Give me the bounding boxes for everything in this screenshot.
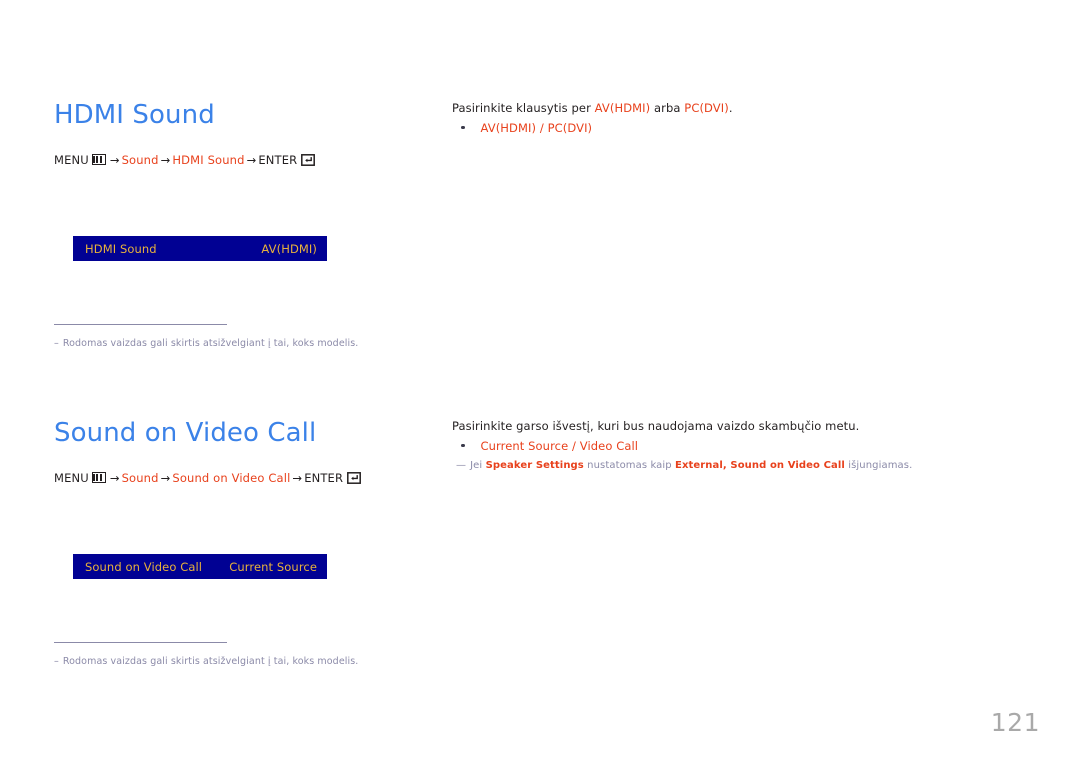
osd-label-sound-on-video-call: Sound on Video Call — [85, 559, 203, 574]
menu-path-video-call: MENU → Sound → Sound on Video Call → ENTER — [54, 470, 362, 486]
menu-path-arrow-3: → — [292, 471, 303, 485]
note-dash: – — [54, 656, 59, 667]
note-dash: – — [54, 338, 59, 349]
condition-note-part-1: Jei — [470, 460, 486, 471]
page-title-sound-on-video-call: Sound on Video Call — [54, 418, 317, 448]
description-term-av-hdmi: AV(HDMI) — [594, 101, 651, 115]
menu-path-menu-label: MENU — [54, 471, 89, 485]
menu-path-menu-label: MENU — [54, 153, 89, 167]
enter-return-icon — [347, 472, 362, 484]
menu-path-arrow-2: → — [160, 153, 171, 167]
description-text-middle: arba — [650, 101, 685, 115]
page-title-hdmi-sound: HDMI Sound — [54, 100, 215, 130]
osd-value-hdmi-sound[interactable]: AV(HDMI) — [261, 242, 317, 256]
description-hdmi-sound: Pasirinkite klausytis per AV(HDMI) arba … — [452, 100, 733, 116]
condition-note-video-call: — Jei Speaker Settings nustatomas kaip Ex… — [456, 458, 912, 473]
options-list-hdmi-sound: AV(HDMI) / PC(DVI) — [452, 120, 592, 136]
option-pc-dvi[interactable]: PC(DVI) — [548, 121, 593, 135]
note-text: Rodomas vaizdas gali skirtis atsižvelgia… — [62, 656, 359, 667]
options-list-video-call: Current Source / Video Call — [452, 438, 638, 454]
menu-path-step-sound[interactable]: Sound — [122, 471, 159, 485]
condition-note-part-4: išjungiamas. — [844, 460, 913, 471]
osd-menu-bar-hdmi-sound[interactable]: HDMI Sound AV(HDMI) — [73, 236, 327, 261]
condition-note-dash: — — [456, 460, 467, 471]
page-canvas: HDMI Sound MENU → Sound → HDMI Sound → ENTER H… — [0, 0, 1080, 763]
description-term-pc-dvi: PC(DVI) — [684, 101, 729, 115]
menu-path-arrow-1: → — [109, 153, 120, 167]
menu-path-arrow-1: → — [109, 471, 120, 485]
page-number: 121 — [990, 708, 1040, 737]
option-separator: / — [536, 121, 548, 135]
menu-path-enter-label: ENTER — [258, 153, 298, 167]
option-current-source[interactable]: Current Source — [481, 439, 569, 453]
menu-grid-icon — [91, 472, 106, 483]
option-av-hdmi[interactable]: AV(HDMI) — [481, 121, 537, 135]
note-video-call: – Rodomas vaizdas gali skirtis atsižvelgi… — [54, 655, 358, 669]
note-text: Rodomas vaizdas gali skirtis atsižvelgia… — [62, 338, 359, 349]
menu-path-hdmi-sound: MENU → Sound → HDMI Sound → ENTER — [54, 152, 316, 168]
menu-path-arrow-2: → — [160, 471, 171, 485]
condition-note-term-external: External — [675, 460, 723, 471]
option-separator: / — [568, 439, 580, 453]
menu-path-step-sound[interactable]: Sound — [122, 153, 159, 167]
osd-label-hdmi-sound: HDMI Sound — [85, 241, 157, 256]
bullet-dot-icon — [461, 125, 465, 129]
menu-path-enter-label: ENTER — [304, 471, 344, 485]
menu-path-step-sound-on-video-call[interactable]: Sound on Video Call — [172, 471, 290, 485]
osd-value-current-source[interactable]: Current Source — [229, 560, 317, 574]
description-text-before: Pasirinkite garso išvestį, kuri bus naud… — [452, 419, 860, 433]
description-sound-on-video-call: Pasirinkite garso išvestį, kuri bus naud… — [452, 418, 859, 434]
menu-path-arrow-3: → — [246, 153, 257, 167]
menu-path-step-hdmi-sound[interactable]: HDMI Sound — [172, 153, 244, 167]
note-divider-hdmi-sound — [54, 324, 227, 325]
description-text-after: . — [728, 101, 733, 115]
menu-grid-icon — [91, 154, 106, 165]
osd-menu-bar-video-call[interactable]: Sound on Video Call Current Source — [73, 554, 327, 579]
enter-return-icon — [301, 154, 316, 166]
option-video-call[interactable]: Video Call — [580, 439, 638, 453]
bullet-dot-icon — [461, 443, 465, 447]
condition-note-term-sound-on-video-call: Sound on Video Call — [730, 460, 845, 471]
description-text-before: Pasirinkite klausytis per — [452, 101, 595, 115]
condition-note-part-2: nustatomas kaip — [583, 460, 676, 471]
condition-note-term-speaker-settings: Speaker Settings — [485, 460, 584, 471]
note-hdmi-sound: – Rodomas vaizdas gali skirtis atsižvelgi… — [54, 337, 358, 351]
note-divider-video-call — [54, 642, 227, 643]
